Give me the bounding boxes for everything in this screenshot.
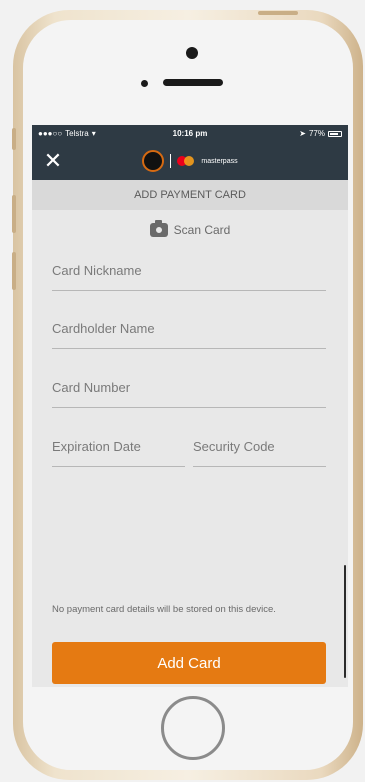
- card-nickname-placeholder: Card Nickname: [52, 263, 142, 278]
- scroll-indicator: [344, 565, 346, 678]
- storage-notice: No payment card details will be stored o…: [52, 604, 276, 615]
- earpiece-speaker: [163, 79, 223, 86]
- front-sensor: [186, 47, 198, 59]
- carrier-label: Telstra: [65, 129, 89, 138]
- status-left: ●●●○○ Telstra ▾: [38, 129, 139, 138]
- volume-up-button: [12, 195, 16, 233]
- power-button: [258, 11, 298, 15]
- security-code-placeholder: Security Code: [193, 439, 275, 454]
- scan-card-button[interactable]: Scan Card: [32, 218, 348, 242]
- status-time: 10:16 pm: [172, 129, 208, 138]
- security-code-field[interactable]: Security Code: [193, 427, 326, 467]
- mastercard-logo-icon: [177, 156, 195, 166]
- add-card-label: Add Card: [157, 654, 221, 672]
- home-button[interactable]: [161, 696, 225, 760]
- location-icon: ➤: [299, 129, 306, 138]
- battery-icon: [327, 130, 342, 137]
- close-icon: ✕: [43, 148, 63, 173]
- mastercard-yellow-circle: [184, 156, 195, 166]
- cardholder-name-placeholder: Cardholder Name: [52, 321, 155, 336]
- page-title: ADD PAYMENT CARD: [32, 180, 348, 210]
- nav-bar: ✕ masterpass: [32, 142, 348, 180]
- card-nickname-field[interactable]: Card Nickname: [52, 251, 326, 291]
- add-card-button[interactable]: Add Card: [52, 642, 326, 684]
- card-number-field[interactable]: Card Number: [52, 368, 326, 408]
- card-number-placeholder: Card Number: [52, 380, 131, 395]
- volume-down-button: [12, 252, 16, 290]
- front-camera: [141, 80, 148, 87]
- status-bar: ●●●○○ Telstra ▾ 10:16 pm ➤ 77%: [32, 125, 348, 142]
- signal-icon: ●●●○○: [38, 129, 63, 138]
- brand-divider: [170, 154, 172, 168]
- mute-switch: [12, 128, 16, 150]
- scan-card-label: Scan Card: [173, 223, 231, 237]
- app-screen: ●●●○○ Telstra ▾ 10:16 pm ➤ 77% ✕ masterp…: [32, 125, 348, 687]
- wifi-icon: ▾: [91, 129, 96, 138]
- expiration-date-field[interactable]: Expiration Date: [52, 427, 185, 467]
- close-button[interactable]: ✕: [42, 150, 64, 172]
- battery-percent: 77%: [308, 129, 325, 138]
- cardholder-name-field[interactable]: Cardholder Name: [52, 309, 326, 349]
- status-right: ➤ 77%: [241, 129, 342, 138]
- brand-lockup: masterpass: [142, 150, 238, 172]
- expiration-date-placeholder: Expiration Date: [52, 439, 141, 454]
- merchant-logo-icon: [142, 150, 165, 172]
- camera-icon: [149, 220, 168, 237]
- masterpass-wordmark: masterpass: [201, 157, 238, 165]
